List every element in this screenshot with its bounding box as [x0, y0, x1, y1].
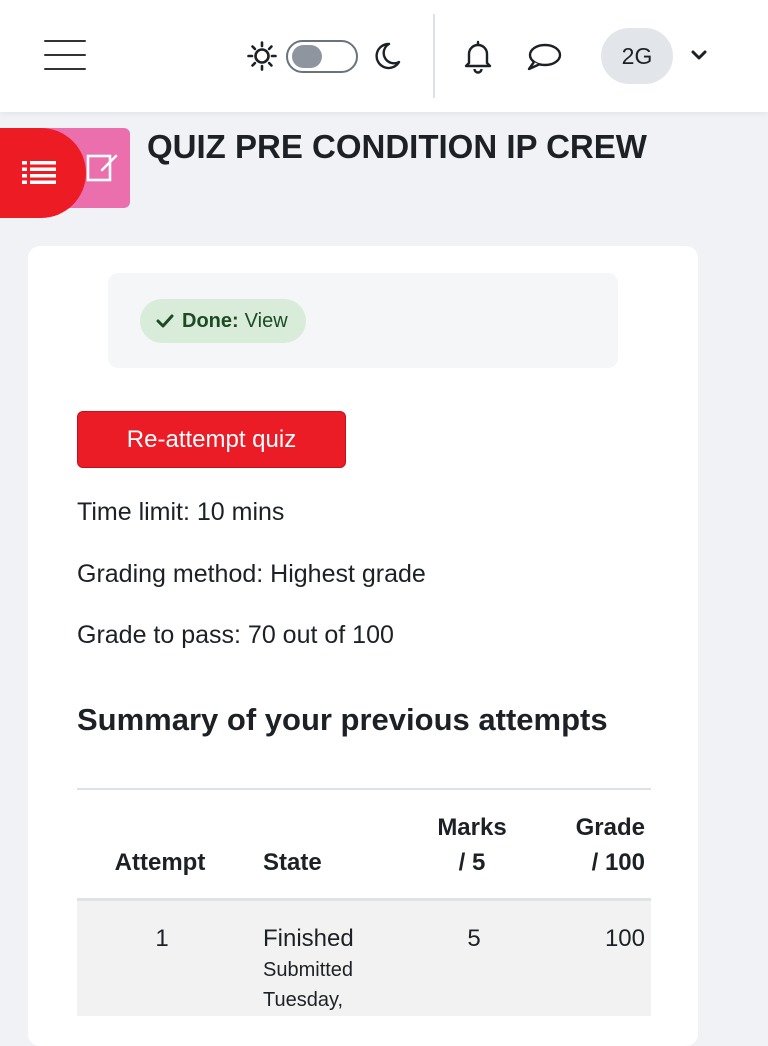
toggle-knob	[292, 45, 322, 68]
top-navbar: 2G	[0, 0, 768, 112]
hamburger-icon[interactable]	[44, 40, 86, 70]
chevron-down-icon[interactable]	[690, 48, 708, 62]
course-index-toggle[interactable]	[0, 128, 86, 218]
attempt-marks: 5	[467, 924, 481, 952]
submitted-label: Submitted	[263, 958, 354, 981]
attempt-grade: 100	[604, 924, 645, 952]
column-header-grade: Grade / 100	[575, 813, 645, 876]
page-title: QUIZ PRE CONDITION IP CREW	[147, 128, 647, 165]
completion-label: Done:	[182, 309, 239, 332]
completion-info: Done: View	[108, 273, 618, 368]
attempts-table: Attempt State Marks / 5 Grade / 100 1 Fi…	[77, 788, 651, 1016]
state-finished: Finished	[263, 924, 354, 952]
sun-icon	[247, 41, 277, 71]
completion-view-link[interactable]: View	[245, 310, 288, 333]
dark-mode-toggle[interactable]	[286, 40, 358, 73]
check-icon	[156, 314, 174, 328]
reattempt-quiz-button[interactable]: Re-attempt quiz	[77, 411, 346, 468]
column-header-attempt: Attempt	[114, 848, 206, 876]
attempt-number: 1	[155, 924, 169, 952]
user-avatar[interactable]: 2G	[601, 28, 673, 84]
list-icon	[22, 161, 56, 184]
attempt-state: Finished Submitted Tuesday,	[247, 899, 414, 1016]
chat-bubble-icon[interactable]	[524, 40, 564, 74]
column-header-state: State	[263, 848, 322, 876]
time-limit-text: Time limit: 10 mins	[77, 498, 285, 526]
column-header-marks: Marks / 5	[437, 813, 507, 876]
table-row: 1 Finished Submitted Tuesday, 5 100	[77, 899, 651, 1016]
completion-badge[interactable]: Done: View	[140, 299, 306, 343]
moon-icon	[375, 42, 401, 70]
navbar-divider	[433, 14, 435, 98]
bell-icon[interactable]	[460, 38, 496, 74]
quiz-info-card: Done: View Re-attempt quiz Time limit: 1…	[28, 246, 698, 1046]
summary-heading: Summary of your previous attempts	[77, 702, 608, 737]
grade-to-pass-text: Grade to pass: 70 out of 100	[77, 621, 394, 649]
grading-method-text: Grading method: Highest grade	[77, 560, 426, 588]
table-header-row: Attempt State Marks / 5 Grade / 100	[77, 789, 651, 899]
submitted-day: Tuesday,	[263, 988, 344, 1011]
